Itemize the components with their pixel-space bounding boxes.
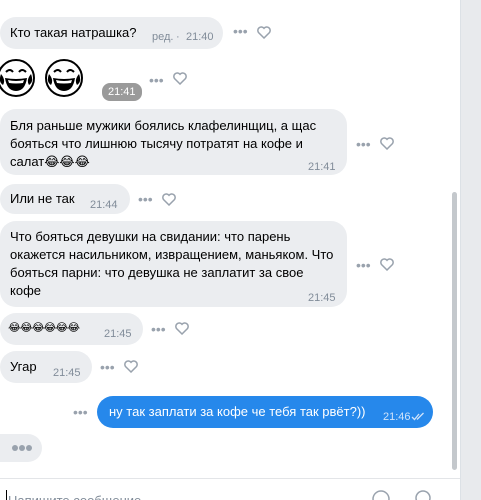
more-dots-icon[interactable]: ••• [356,257,371,273]
heart-icon[interactable] [257,26,271,39]
more-dots-icon[interactable]: ••• [149,72,164,88]
heart-icon[interactable] [380,258,394,271]
side-panel-edge [461,0,481,500]
message-input[interactable] [8,492,308,500]
more-dots-icon[interactable]: ••• [151,321,166,337]
message-time: 21:45 [53,367,81,379]
message-bubble[interactable]: Кто такая натрашка? ред. · 21:40 [0,17,223,49]
heart-icon[interactable] [124,360,138,373]
message-text: Угар [10,359,37,374]
more-dots-icon[interactable]: ••• [233,23,248,39]
typing-dot [19,445,25,451]
message-bubble[interactable]: Что бояться девушки на свидании: что пар… [0,221,347,307]
message-bubble[interactable]: Или не так 21:44 [0,184,130,214]
message-time: 21:41 [308,161,336,173]
typing-dot [12,445,18,451]
smile-icon[interactable] [372,490,390,500]
emoji-message[interactable]: 😂😂 [0,58,96,102]
more-dots-icon[interactable]: ••• [356,136,371,152]
time-separator: · [176,31,180,43]
message-text: ну так заплати за кофе че тебя так рвёт?… [109,404,366,419]
message-text: Кто такая натрашка? [10,25,137,40]
message-bubble[interactable]: Бля раньше мужики боялись клафелинщиц, а… [0,109,347,175]
more-dots-icon[interactable]: ••• [138,191,153,207]
heart-icon[interactable] [162,193,176,206]
message-time: 21:45 [308,292,336,304]
edited-label: ред. [152,31,174,43]
scrollbar[interactable] [452,192,457,470]
own-message-bubble[interactable]: ну так заплати за кофе че тебя так рвёт?… [97,396,433,428]
message-text: Или не так [10,191,75,206]
heart-icon[interactable] [173,72,187,85]
message-bubble[interactable]: Угар 21:45 [0,351,92,383]
message-text: Что бояться девушки на свидании: что пар… [10,229,334,298]
message-time: 21:40 [186,31,214,43]
message-text: Бля раньше мужики боялись клафелинщиц, а… [10,118,317,169]
message-history: Кто такая натрашка? ред. · 21:40 ••• 😂😂 [0,0,452,478]
more-dots-icon[interactable]: ••• [100,359,115,375]
message-time-badge: 21:41 [102,83,142,101]
message-time: 21:44 [90,199,118,211]
message-bubble[interactable]: 😂😂😂😂😂😂 21:45 [0,313,143,345]
message-composer [0,478,460,500]
heart-icon[interactable] [380,137,394,150]
search-icon[interactable] [415,490,433,500]
message-time: 21:46 [383,411,411,423]
more-dots-icon[interactable]: ••• [73,404,88,420]
heart-icon[interactable] [175,322,189,335]
laughing-emoji-icon [45,59,83,97]
message-time: 21:45 [104,328,132,340]
typing-dot [26,445,32,451]
text-caret [6,490,7,500]
message-text: 😂😂😂😂😂😂 [8,322,80,334]
double-check-icon [411,408,425,426]
laughing-emoji-icon [0,59,35,97]
typing-indicator [0,434,42,462]
